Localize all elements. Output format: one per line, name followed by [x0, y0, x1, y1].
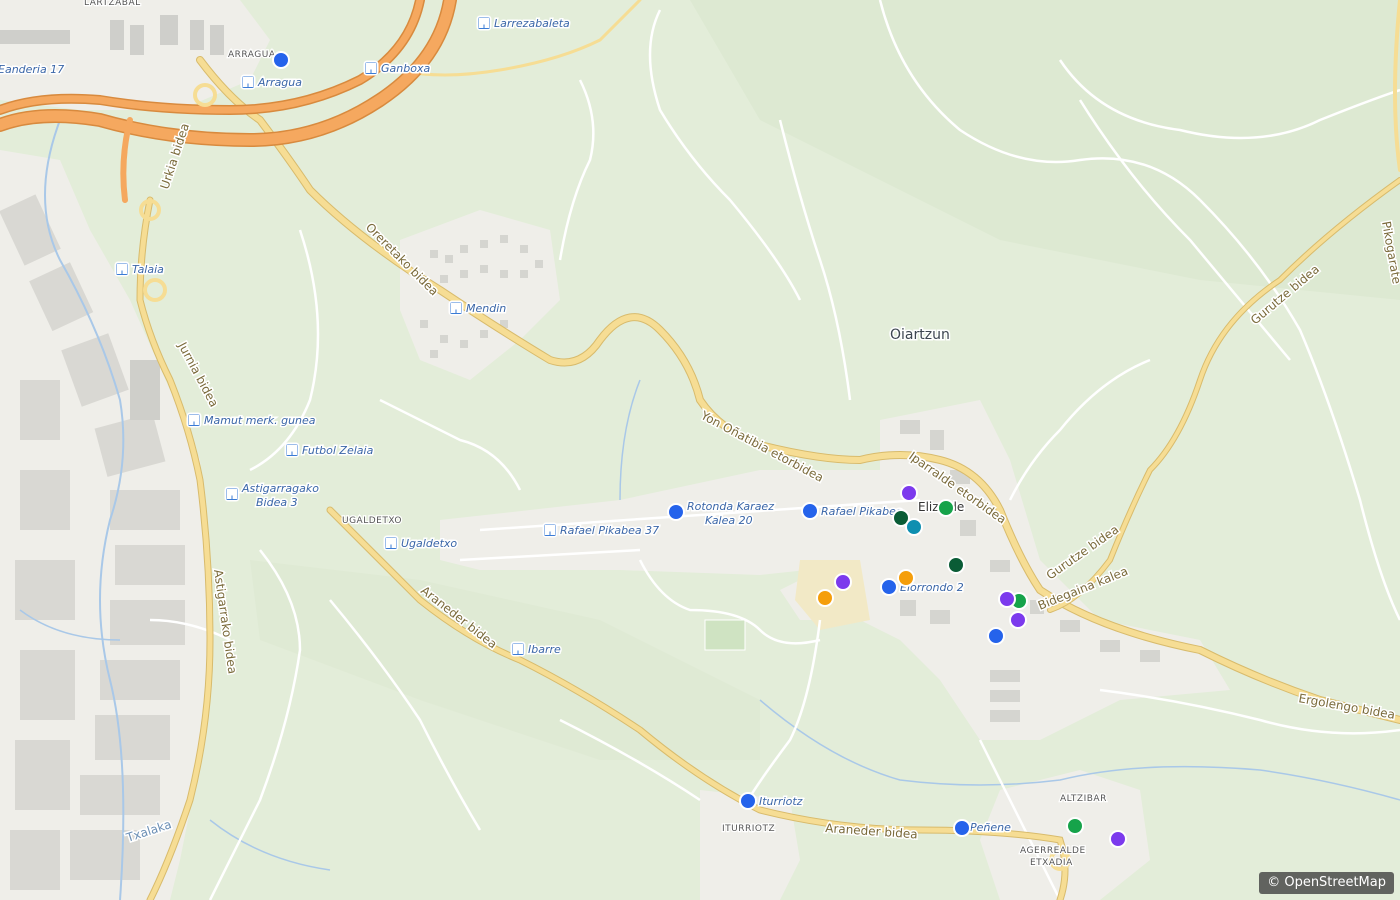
bus-stop-icon[interactable]: [383, 535, 399, 551]
bus-stop-label: Arragua: [257, 76, 302, 89]
place-label-lartzabal: LARTZABAL: [84, 0, 141, 8]
bus-stop-icon[interactable]: [542, 522, 558, 538]
bus-stop-icon[interactable]: [363, 60, 379, 76]
bus-stop-label: Iturriotz: [759, 795, 803, 808]
bus-stop-icon[interactable]: [284, 442, 300, 458]
bus-stop-icon[interactable]: [186, 412, 202, 428]
map-marker[interactable]: [1009, 611, 1027, 629]
map-marker[interactable]: [947, 556, 965, 574]
map-marker[interactable]: [1066, 817, 1084, 835]
bus-stop-icon[interactable]: [224, 486, 240, 502]
bus-stop-icon[interactable]: [448, 300, 464, 316]
bus-stop-icon[interactable]: [476, 15, 492, 31]
bus-stop-label: Peñene: [970, 821, 1011, 834]
place-label-etxadia: ETXADIA: [1030, 858, 1073, 868]
bus-stop-icon[interactable]: [240, 74, 256, 90]
bus-stop-label: Rafael Pikabea: [821, 505, 903, 518]
map-canvas[interactable]: Urkia bidea Oreretako bidea Yon Oñatibia…: [0, 0, 1400, 900]
map-marker[interactable]: [900, 484, 918, 502]
map-marker[interactable]: [816, 589, 834, 607]
bus-stop-label: Futbol Zelaia: [302, 444, 374, 457]
bus-stop-label: Ugaldetxo: [401, 537, 457, 550]
bus-stop-label: Mendin: [466, 302, 506, 315]
map-marker[interactable]: [1109, 830, 1127, 848]
map-marker[interactable]: [801, 502, 819, 520]
bus-stop-label: Ganboxa: [381, 62, 430, 75]
bus-stop-label: Rafael Pikabea 37: [560, 524, 659, 537]
sports-field: [704, 619, 746, 651]
town-label: Oiartzun: [890, 327, 950, 343]
bus-stop-label: Ibarre: [528, 643, 561, 656]
place-label-arragua: ARRAGUA: [228, 50, 276, 60]
bus-stop-icon[interactable]: [114, 261, 130, 277]
map-marker[interactable]: [272, 51, 290, 69]
bus-stop-label: Kalea 20: [705, 514, 753, 527]
place-label-ugaldetxo: UGALDETXO: [342, 516, 402, 526]
map-marker[interactable]: [998, 590, 1016, 608]
map-view[interactable]: Urkia bidea Oreretako bidea Yon Oñatibia…: [0, 0, 1400, 900]
map-marker[interactable]: [953, 819, 971, 837]
bus-stop-icon[interactable]: [510, 641, 526, 657]
bus-stop-label: Eanderia 17: [0, 63, 64, 76]
map-marker[interactable]: [937, 499, 955, 517]
bus-stop-label: Bidea 3: [256, 496, 298, 509]
bus-stop-label: Talaia: [132, 263, 164, 276]
map-marker[interactable]: [987, 627, 1005, 645]
attribution-link[interactable]: © OpenStreetMap: [1259, 872, 1394, 894]
map-marker[interactable]: [739, 792, 757, 810]
place-label-agerrealde: AGERREALDE: [1020, 846, 1086, 856]
map-marker[interactable]: [897, 569, 915, 587]
bus-stop-label: Astigarragako: [241, 482, 319, 495]
map-marker[interactable]: [667, 503, 685, 521]
place-label-altzibar: ALTZIBAR: [1060, 794, 1107, 804]
map-marker[interactable]: [880, 578, 898, 596]
place-label-iturriotz: ITURRIOTZ: [722, 824, 775, 834]
map-marker[interactable]: [905, 518, 923, 536]
bus-stop-label: Mamut merk. gunea: [204, 414, 316, 427]
bus-stop-label: Rotonda Karaez: [687, 500, 774, 513]
bus-stop-label: Larrezabaleta: [494, 17, 570, 30]
map-marker[interactable]: [834, 573, 852, 591]
